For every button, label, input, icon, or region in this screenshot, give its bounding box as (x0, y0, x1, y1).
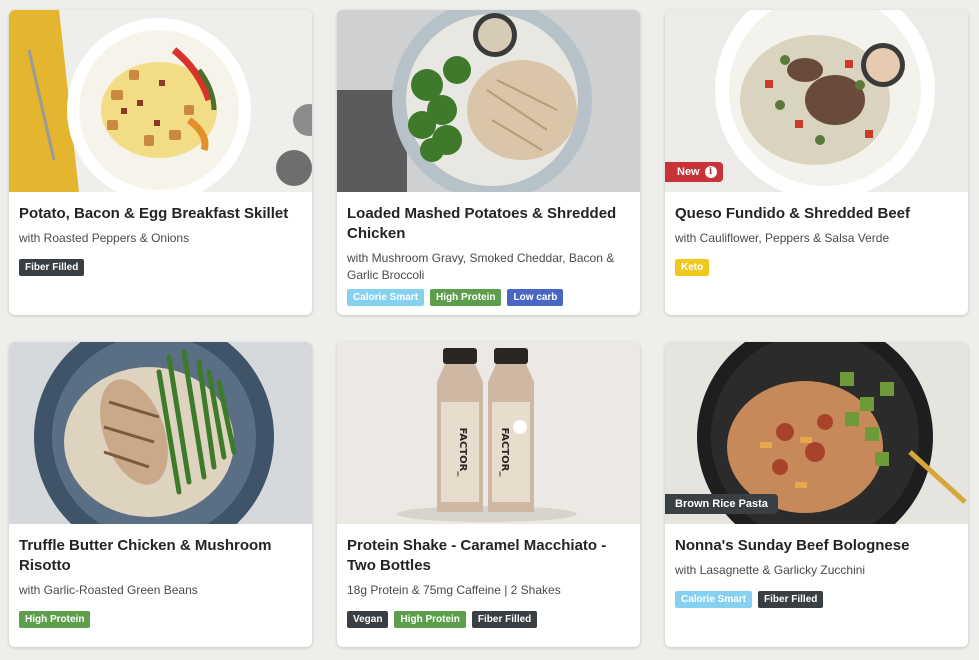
tag-list: High Protein (19, 611, 302, 628)
mashed-potatoes-chicken-image (337, 10, 640, 192)
meal-subtitle: with Cauliflower, Peppers & Salsa Verde (675, 231, 890, 245)
meal-photo[interactable] (9, 10, 312, 192)
meal-card[interactable]: FACTOR_ FACTOR_ Protein Shake - Caramel … (337, 342, 640, 647)
meal-photo[interactable]: FACTOR_ FACTOR_ (337, 342, 640, 524)
meal-photo[interactable] (337, 10, 640, 192)
meal-card[interactable]: Potato, Bacon & Egg Breakfast Skillet wi… (9, 10, 312, 315)
meal-card[interactable]: New i Queso Fundido & Shredded Beef with… (665, 10, 968, 315)
breakfast-skillet-image (9, 10, 312, 192)
tag-list: Calorie Smart Fiber Filled (675, 591, 958, 608)
meal-photo[interactable] (9, 342, 312, 524)
meal-subtitle: with Garlic-Roasted Green Beans (19, 583, 198, 597)
tag-list: Calorie Smart High Protein Low carb (347, 289, 630, 306)
meal-card[interactable]: Loaded Mashed Potatoes & Shredded Chicke… (337, 10, 640, 315)
meal-title[interactable]: Protein Shake - Caramel Macchiato - Two … (347, 536, 630, 576)
meal-title[interactable]: Truffle Butter Chicken & Mushroom Risott… (19, 536, 302, 576)
meal-card[interactable]: Brown Rice Pasta Nonna's Sunday Beef Bol… (665, 342, 968, 647)
meal-title[interactable]: Potato, Bacon & Egg Breakfast Skillet (19, 204, 302, 224)
meal-title[interactable]: Loaded Mashed Potatoes & Shredded Chicke… (347, 204, 630, 244)
tag-fiber-filled: Fiber Filled (19, 259, 85, 276)
tag-list: Fiber Filled (19, 259, 302, 276)
bottle-label-left: FACTOR_ (457, 428, 468, 477)
tag-fiber-filled: Fiber Filled (758, 591, 824, 608)
protein-shake-bottles-image: FACTOR_ FACTOR_ (337, 342, 640, 524)
meal-title[interactable]: Queso Fundido & Shredded Beef (675, 204, 958, 224)
tag-list: Vegan High Protein Fiber Filled (347, 611, 630, 628)
meal-photo[interactable]: Brown Rice Pasta (665, 342, 968, 524)
tag-fiber-filled: Fiber Filled (471, 611, 538, 628)
meal-subtitle: with Roasted Peppers & Onions (19, 231, 190, 245)
tag-vegan: Vegan (347, 611, 389, 628)
info-icon[interactable]: i (704, 166, 717, 178)
meal-subtitle: with Mushroom Gravy, Smoked Cheddar, Bac… (347, 251, 615, 282)
meal-photo[interactable]: New i (665, 10, 968, 192)
tag-calorie-smart: Calorie Smart (347, 289, 425, 306)
meal-card[interactable]: Truffle Butter Chicken & Mushroom Risott… (9, 342, 312, 647)
brown-rice-pasta-badge: Brown Rice Pasta (665, 494, 778, 514)
meal-subtitle: with Lasagnette & Garlicky Zucchini (675, 563, 866, 577)
new-badge-label: New (677, 166, 700, 178)
meal-subtitle: 18g Protein & 75mg Caffeine | 2 Shakes (347, 583, 561, 597)
bottle-label-right: FACTOR_ (499, 428, 510, 477)
tag-list: Keto (675, 259, 958, 276)
new-badge[interactable]: New i (665, 162, 723, 182)
tag-high-protein: High Protein (394, 611, 466, 628)
meal-title[interactable]: Nonna's Sunday Beef Bolognese (675, 536, 958, 556)
tag-high-protein: High Protein (19, 611, 91, 628)
tag-low-carb: Low carb (507, 289, 564, 306)
tag-calorie-smart: Calorie Smart (675, 591, 753, 608)
truffle-chicken-risotto-image (9, 342, 312, 524)
tag-keto: Keto (675, 259, 710, 276)
tag-high-protein: High Protein (430, 289, 502, 306)
